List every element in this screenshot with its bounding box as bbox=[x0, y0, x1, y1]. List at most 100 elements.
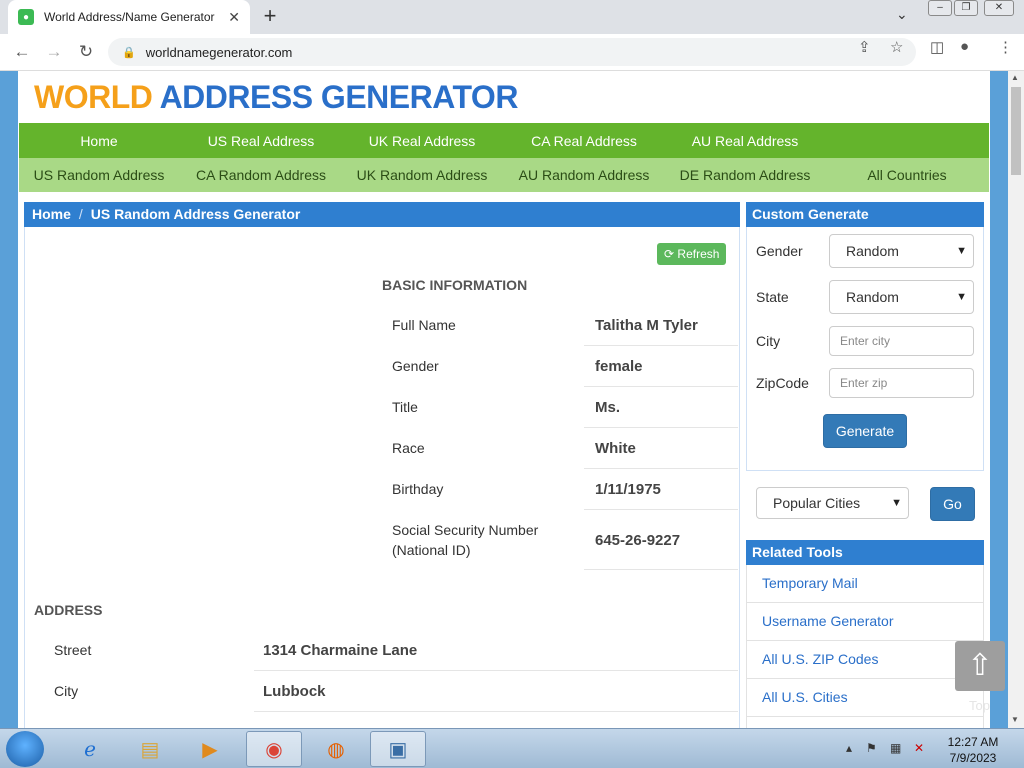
tab-close-icon[interactable]: ✕ bbox=[228, 9, 240, 26]
popular-cities-select[interactable]: Popular Cities ▼ bbox=[756, 487, 909, 519]
page-container: WORLD ADDRESS GENERATOR Home US Real Add… bbox=[18, 71, 990, 728]
primary-nav: Home US Real Address UK Real Address CA … bbox=[19, 123, 989, 159]
scrollbar-thumb[interactable] bbox=[1011, 87, 1021, 175]
site-logo[interactable]: WORLD ADDRESS GENERATOR bbox=[34, 79, 518, 116]
side-panel-icon[interactable]: ◫ bbox=[930, 38, 944, 56]
city-label: City bbox=[756, 333, 781, 349]
info-value-ssn: 645-26-9227 bbox=[595, 532, 681, 549]
gender-select[interactable]: Random ▼ bbox=[829, 234, 974, 268]
info-label-race: Race bbox=[392, 440, 425, 456]
remote-desktop-icon[interactable]: ▣ bbox=[370, 731, 426, 767]
tab-title: World Address/Name Generator bbox=[44, 10, 215, 24]
clock-date: 7/9/2023 bbox=[949, 751, 997, 765]
breadcrumb-current: US Random Address Generator bbox=[90, 206, 301, 222]
system-clock[interactable]: 12:27 AM 7/9/2023 bbox=[944, 734, 1002, 766]
browser-tab[interactable]: ● World Address/Name Generator ✕ bbox=[8, 0, 250, 34]
nav-us-random-address[interactable]: US Random Address bbox=[19, 158, 179, 192]
info-value-race: White bbox=[595, 440, 636, 457]
nav-au-random-address[interactable]: AU Random Address bbox=[504, 158, 664, 192]
refresh-label: Refresh bbox=[677, 247, 720, 261]
address-value-city: Lubbock bbox=[263, 683, 326, 700]
generate-button[interactable]: Generate bbox=[823, 414, 907, 448]
page-scrollbar[interactable]: ▲ ▼ bbox=[1008, 71, 1024, 728]
media-player-icon[interactable]: ▶ bbox=[182, 731, 238, 767]
browser-menu-icon[interactable]: ⋮ bbox=[998, 38, 1013, 56]
network-icon[interactable]: ▦ bbox=[890, 741, 901, 755]
chrome-icon[interactable]: ◉ bbox=[246, 731, 302, 767]
url-text: worldnamegenerator.com bbox=[145, 44, 293, 60]
nav-au-real-address[interactable]: AU Real Address bbox=[665, 123, 825, 159]
nav-uk-real-address[interactable]: UK Real Address bbox=[342, 123, 502, 159]
minimize-button[interactable]: – bbox=[928, 0, 952, 16]
breadcrumb-separator: / bbox=[78, 206, 83, 222]
nav-ca-random-address[interactable]: CA Random Address bbox=[181, 158, 341, 192]
restore-button[interactable]: ❐ bbox=[954, 0, 978, 16]
info-label-full-name: Full Name bbox=[392, 317, 456, 333]
address-label-city: City bbox=[54, 683, 79, 699]
row-divider bbox=[584, 509, 738, 510]
start-button[interactable] bbox=[6, 731, 44, 767]
bookmark-star-icon[interactable]: ☆ bbox=[890, 38, 903, 56]
info-label-ssn: Social Security Number (National ID) bbox=[392, 522, 539, 558]
state-select[interactable]: Random ▼ bbox=[829, 280, 974, 314]
tool-link-us-cities[interactable]: All U.S. Cities bbox=[746, 679, 984, 717]
tool-link-temporary-mail[interactable]: Temporary Mail bbox=[746, 565, 984, 603]
address-title: ADDRESS bbox=[34, 602, 103, 618]
info-label-gender: Gender bbox=[392, 358, 439, 374]
logo-world-text: WORLD bbox=[34, 79, 153, 115]
related-tools-header: Related Tools bbox=[746, 540, 984, 565]
tab-search-chevron-icon[interactable]: ⌄ bbox=[896, 6, 908, 23]
refresh-button[interactable]: ⟳ Refresh bbox=[657, 243, 727, 265]
gender-label: Gender bbox=[756, 243, 803, 259]
internet-explorer-icon[interactable]: ℯ bbox=[62, 731, 118, 767]
file-explorer-icon[interactable]: ▤ bbox=[122, 731, 178, 767]
chevron-down-icon: ▼ bbox=[956, 245, 967, 257]
chevron-down-icon: ▼ bbox=[891, 497, 902, 509]
scroll-up-arrow-icon[interactable]: ▲ bbox=[1011, 73, 1019, 82]
back-to-top-button[interactable]: ⇧ bbox=[955, 641, 1005, 691]
address-label-street: Street bbox=[54, 642, 92, 658]
back-arrow-icon[interactable]: ← bbox=[12, 42, 32, 62]
nav-all-countries[interactable]: All Countries bbox=[827, 158, 987, 192]
info-value-full-name: Talitha M Tyler bbox=[595, 317, 698, 334]
clock-time: 12:27 AM bbox=[947, 735, 999, 749]
address-value-street: 1314 Charmaine Lane bbox=[263, 642, 418, 659]
nav-home[interactable]: Home bbox=[19, 123, 179, 159]
custom-generate-header: Custom Generate bbox=[746, 202, 984, 227]
info-value-birthday: 1/11/1975 bbox=[595, 481, 661, 498]
new-tab-button[interactable]: + bbox=[258, 4, 282, 28]
info-label-birthday: Birthday bbox=[392, 481, 444, 497]
action-center-flag-icon[interactable]: ⚑ bbox=[866, 741, 877, 755]
firefox-icon[interactable]: ◍ bbox=[308, 731, 364, 767]
basic-info-title: BASIC INFORMATION bbox=[382, 277, 528, 293]
nav-de-random-address[interactable]: DE Random Address bbox=[665, 158, 825, 192]
go-button[interactable]: Go bbox=[930, 487, 975, 521]
state-select-value: Random bbox=[846, 289, 899, 305]
browser-tab-strip: ● World Address/Name Generator ✕ + ⌄ – ❐… bbox=[0, 0, 1024, 34]
zipcode-label: ZipCode bbox=[756, 375, 809, 391]
share-icon[interactable]: ⇪ bbox=[858, 38, 871, 56]
nav-ca-real-address[interactable]: CA Real Address bbox=[504, 123, 664, 159]
scroll-down-arrow-icon[interactable]: ▼ bbox=[1011, 715, 1019, 724]
tool-link-zip-codes[interactable]: All U.S. ZIP Codes bbox=[746, 641, 984, 679]
tray-expand-icon[interactable]: ▴ bbox=[846, 741, 852, 755]
row-divider bbox=[584, 427, 738, 428]
nav-us-real-address[interactable]: US Real Address bbox=[181, 123, 341, 159]
volume-muted-icon[interactable]: ✕ bbox=[914, 741, 924, 755]
row-divider bbox=[254, 670, 738, 671]
tool-link-username-generator[interactable]: Username Generator bbox=[746, 603, 984, 641]
breadcrumb-home[interactable]: Home bbox=[32, 206, 71, 222]
reload-icon[interactable]: ↻ bbox=[76, 42, 96, 62]
row-divider bbox=[254, 711, 738, 712]
profile-avatar-icon[interactable]: ● bbox=[960, 38, 969, 55]
address-bar[interactable]: 🔒 worldnamegenerator.com bbox=[108, 38, 916, 66]
forward-arrow-icon[interactable]: → bbox=[44, 42, 64, 62]
city-input[interactable]: Enter city bbox=[829, 326, 974, 356]
row-divider bbox=[584, 345, 738, 346]
tool-link-more[interactable] bbox=[746, 717, 984, 728]
close-window-button[interactable]: ✕ bbox=[984, 0, 1014, 16]
nav-uk-random-address[interactable]: UK Random Address bbox=[342, 158, 502, 192]
zipcode-input[interactable]: Enter zip bbox=[829, 368, 974, 398]
logo-address-generator-text: ADDRESS GENERATOR bbox=[159, 79, 519, 115]
windows-taskbar: ℯ ▤ ▶ ◉ ◍ ▣ ▴ ⚑ ▦ ✕ 12:27 AM 7/9/2023 bbox=[0, 728, 1024, 768]
